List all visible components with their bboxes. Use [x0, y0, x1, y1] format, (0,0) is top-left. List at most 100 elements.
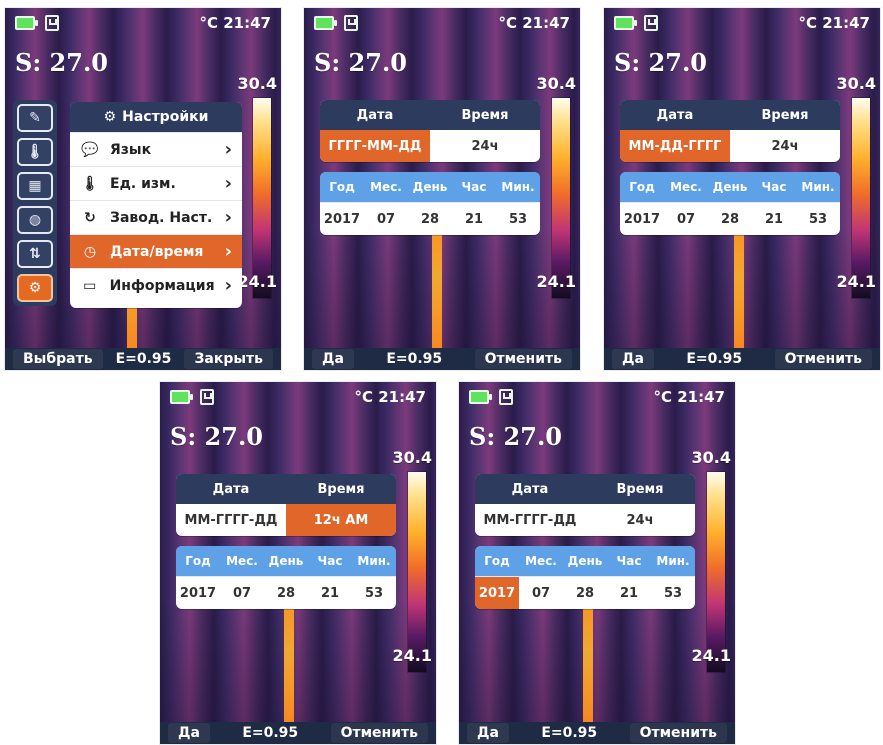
grid-value-month[interactable]: 07 — [519, 577, 563, 609]
edit-icon[interactable]: ✎ — [17, 104, 53, 132]
time-header: Время — [317, 481, 365, 497]
date-time-grid-values: 2017 07 28 21 53 — [320, 202, 540, 235]
menu-item-language[interactable]: 💬 Язык › — [70, 132, 242, 166]
grid-header-month: Мес. — [670, 180, 702, 194]
image-icon[interactable]: ▦ — [17, 172, 53, 200]
emissivity-value: E=0.95 — [686, 351, 743, 367]
date-time-grid: Год Мес. День Час Мин. 2017 07 28 21 53 — [320, 172, 540, 235]
time-format[interactable]: 12ч AM — [286, 504, 396, 536]
color-scale — [852, 98, 870, 298]
thermal-hotspot-5 — [583, 602, 593, 724]
yes-button[interactable]: Да — [467, 723, 509, 743]
menu-item-info[interactable]: ▭ Информация › — [70, 268, 242, 302]
sd-card-icon — [344, 15, 358, 31]
scale-max: 30.4 — [691, 448, 731, 467]
status-left — [170, 389, 214, 405]
date-time-values: ГГГГ-ММ-ДД 24ч — [320, 130, 540, 162]
grid-value-minute[interactable]: 53 — [352, 577, 396, 609]
status-right: °C 21:47 — [200, 14, 271, 32]
status-bar: °C 21:47 — [304, 8, 580, 38]
grid-value-month[interactable]: 07 — [664, 203, 708, 235]
cancel-button[interactable]: Отменить — [629, 723, 727, 743]
date-time-grid-header: Год Мес. День Час Мин. — [475, 546, 695, 576]
grid-header-day: День — [712, 180, 748, 194]
date-format[interactable]: ММ-ГГГГ-ДД — [176, 504, 286, 536]
date-time-grid-header: Год Мес. День Час Мин. — [620, 172, 840, 202]
grid-value-hour[interactable]: 21 — [308, 577, 352, 609]
grid-value-day[interactable]: 28 — [563, 577, 607, 609]
time-header: Время — [461, 107, 509, 123]
grid-header-hour: Час — [761, 180, 787, 194]
gear-icon: ⚙ — [103, 109, 117, 125]
thermometer-icon: 🌡 — [81, 175, 99, 192]
thermometer-icon[interactable]: 🌡 — [17, 138, 53, 166]
date-format[interactable]: ГГГГ-ММ-ДД — [320, 130, 430, 162]
grid-value-minute[interactable]: 53 — [796, 203, 840, 235]
close-button[interactable]: Закрыть — [184, 349, 273, 369]
temperature-range-icon[interactable]: ⇅ — [17, 240, 53, 268]
sd-card-icon — [200, 389, 214, 405]
yes-button[interactable]: Да — [612, 349, 654, 369]
emissivity-value: E=0.95 — [386, 351, 443, 367]
cancel-button[interactable]: Отменить — [474, 349, 572, 369]
scale-min: 24.1 — [536, 272, 576, 291]
unit-and-time: °C 21:47 — [199, 14, 271, 32]
yes-button[interactable]: Да — [168, 723, 210, 743]
bottom-bar: Да E=0.95 Отменить — [160, 722, 436, 744]
date-format[interactable]: ММ-ГГГГ-ДД — [475, 504, 585, 536]
unit-and-time: °C 21:47 — [498, 14, 570, 32]
thermal-hotspot-3 — [734, 228, 744, 350]
palette-icon[interactable]: ◍ — [17, 206, 53, 234]
date-header: Дата — [656, 107, 694, 123]
grid-value-day[interactable]: 28 — [708, 203, 752, 235]
screen-1: °C 21:47 S: 27.0 30.4 24.1 ✎ 🌡 ▦ ◍ ⇅ ⚙ ⚙… — [5, 8, 281, 370]
scale-min: 24.1 — [836, 272, 876, 291]
time-format[interactable]: 24ч — [585, 504, 695, 536]
menu-item-label: Информация — [109, 277, 215, 294]
grid-value-minute[interactable]: 53 — [651, 577, 695, 609]
grid-value-year[interactable]: 2017 — [176, 577, 220, 609]
time-format[interactable]: 24ч — [730, 130, 840, 162]
grid-value-month[interactable]: 07 — [220, 577, 264, 609]
date-time-format-card: Дата Время ММ-ГГГГ-ДД 12ч AM — [176, 474, 396, 536]
grid-value-month[interactable]: 07 — [364, 203, 408, 235]
scale-max: 30.4 — [836, 74, 876, 93]
select-button[interactable]: Выбрать — [13, 349, 103, 369]
cancel-button[interactable]: Отменить — [330, 723, 428, 743]
cancel-button[interactable]: Отменить — [774, 349, 872, 369]
yes-button[interactable]: Да — [312, 349, 354, 369]
menu-item-label: Дата/время — [110, 243, 204, 260]
menu-item-factory-reset[interactable]: ↻ Завод. Наст. › — [70, 200, 242, 234]
menu-item-units[interactable]: 🌡 Ед. изм. › — [70, 166, 242, 200]
chevron-right-icon: › — [224, 275, 232, 296]
thermal-hotspot-2 — [432, 228, 442, 350]
status-left — [614, 15, 658, 31]
grid-value-hour[interactable]: 21 — [607, 577, 651, 609]
scale-min: 24.1 — [691, 646, 731, 665]
grid-value-year[interactable]: 2017 — [320, 203, 364, 235]
settings-menu: ⚙ Настройки 💬 Язык › 🌡 Ед. изм. › ↻ Заво… — [70, 102, 242, 308]
date-time-values: ММ-ДД-ГГГГ 24ч — [620, 130, 840, 162]
settings-icon[interactable]: ⚙ — [17, 274, 53, 302]
date-time-grid-values: 2017 07 28 21 53 — [620, 202, 840, 235]
color-scale — [253, 98, 271, 298]
clock-icon: ◷ — [83, 243, 97, 260]
mode-rail: ✎ 🌡 ▦ ◍ ⇅ ⚙ — [13, 100, 57, 306]
grid-value-hour[interactable]: 21 — [452, 203, 496, 235]
grid-header-hour: Час — [616, 554, 642, 568]
menu-item-date-time[interactable]: ◷ Дата/время › — [70, 234, 242, 268]
sd-card-icon — [499, 389, 513, 405]
grid-value-day[interactable]: 28 — [264, 577, 308, 609]
grid-value-hour[interactable]: 21 — [752, 203, 796, 235]
date-time-grid-header: Год Мес. День Час Мин. — [320, 172, 540, 202]
grid-value-year[interactable]: 2017 — [620, 203, 664, 235]
grid-value-minute[interactable]: 53 — [496, 203, 540, 235]
date-format[interactable]: ММ-ДД-ГГГГ — [620, 130, 730, 162]
grid-header-day: День — [567, 554, 603, 568]
time-format[interactable]: 24ч — [430, 130, 540, 162]
grid-value-day[interactable]: 28 — [408, 203, 452, 235]
battery-icon — [15, 16, 38, 30]
settings-menu-title: ⚙ Настройки — [70, 102, 242, 132]
grid-value-year[interactable]: 2017 — [475, 577, 519, 609]
grid-header-year: Год — [329, 180, 355, 194]
